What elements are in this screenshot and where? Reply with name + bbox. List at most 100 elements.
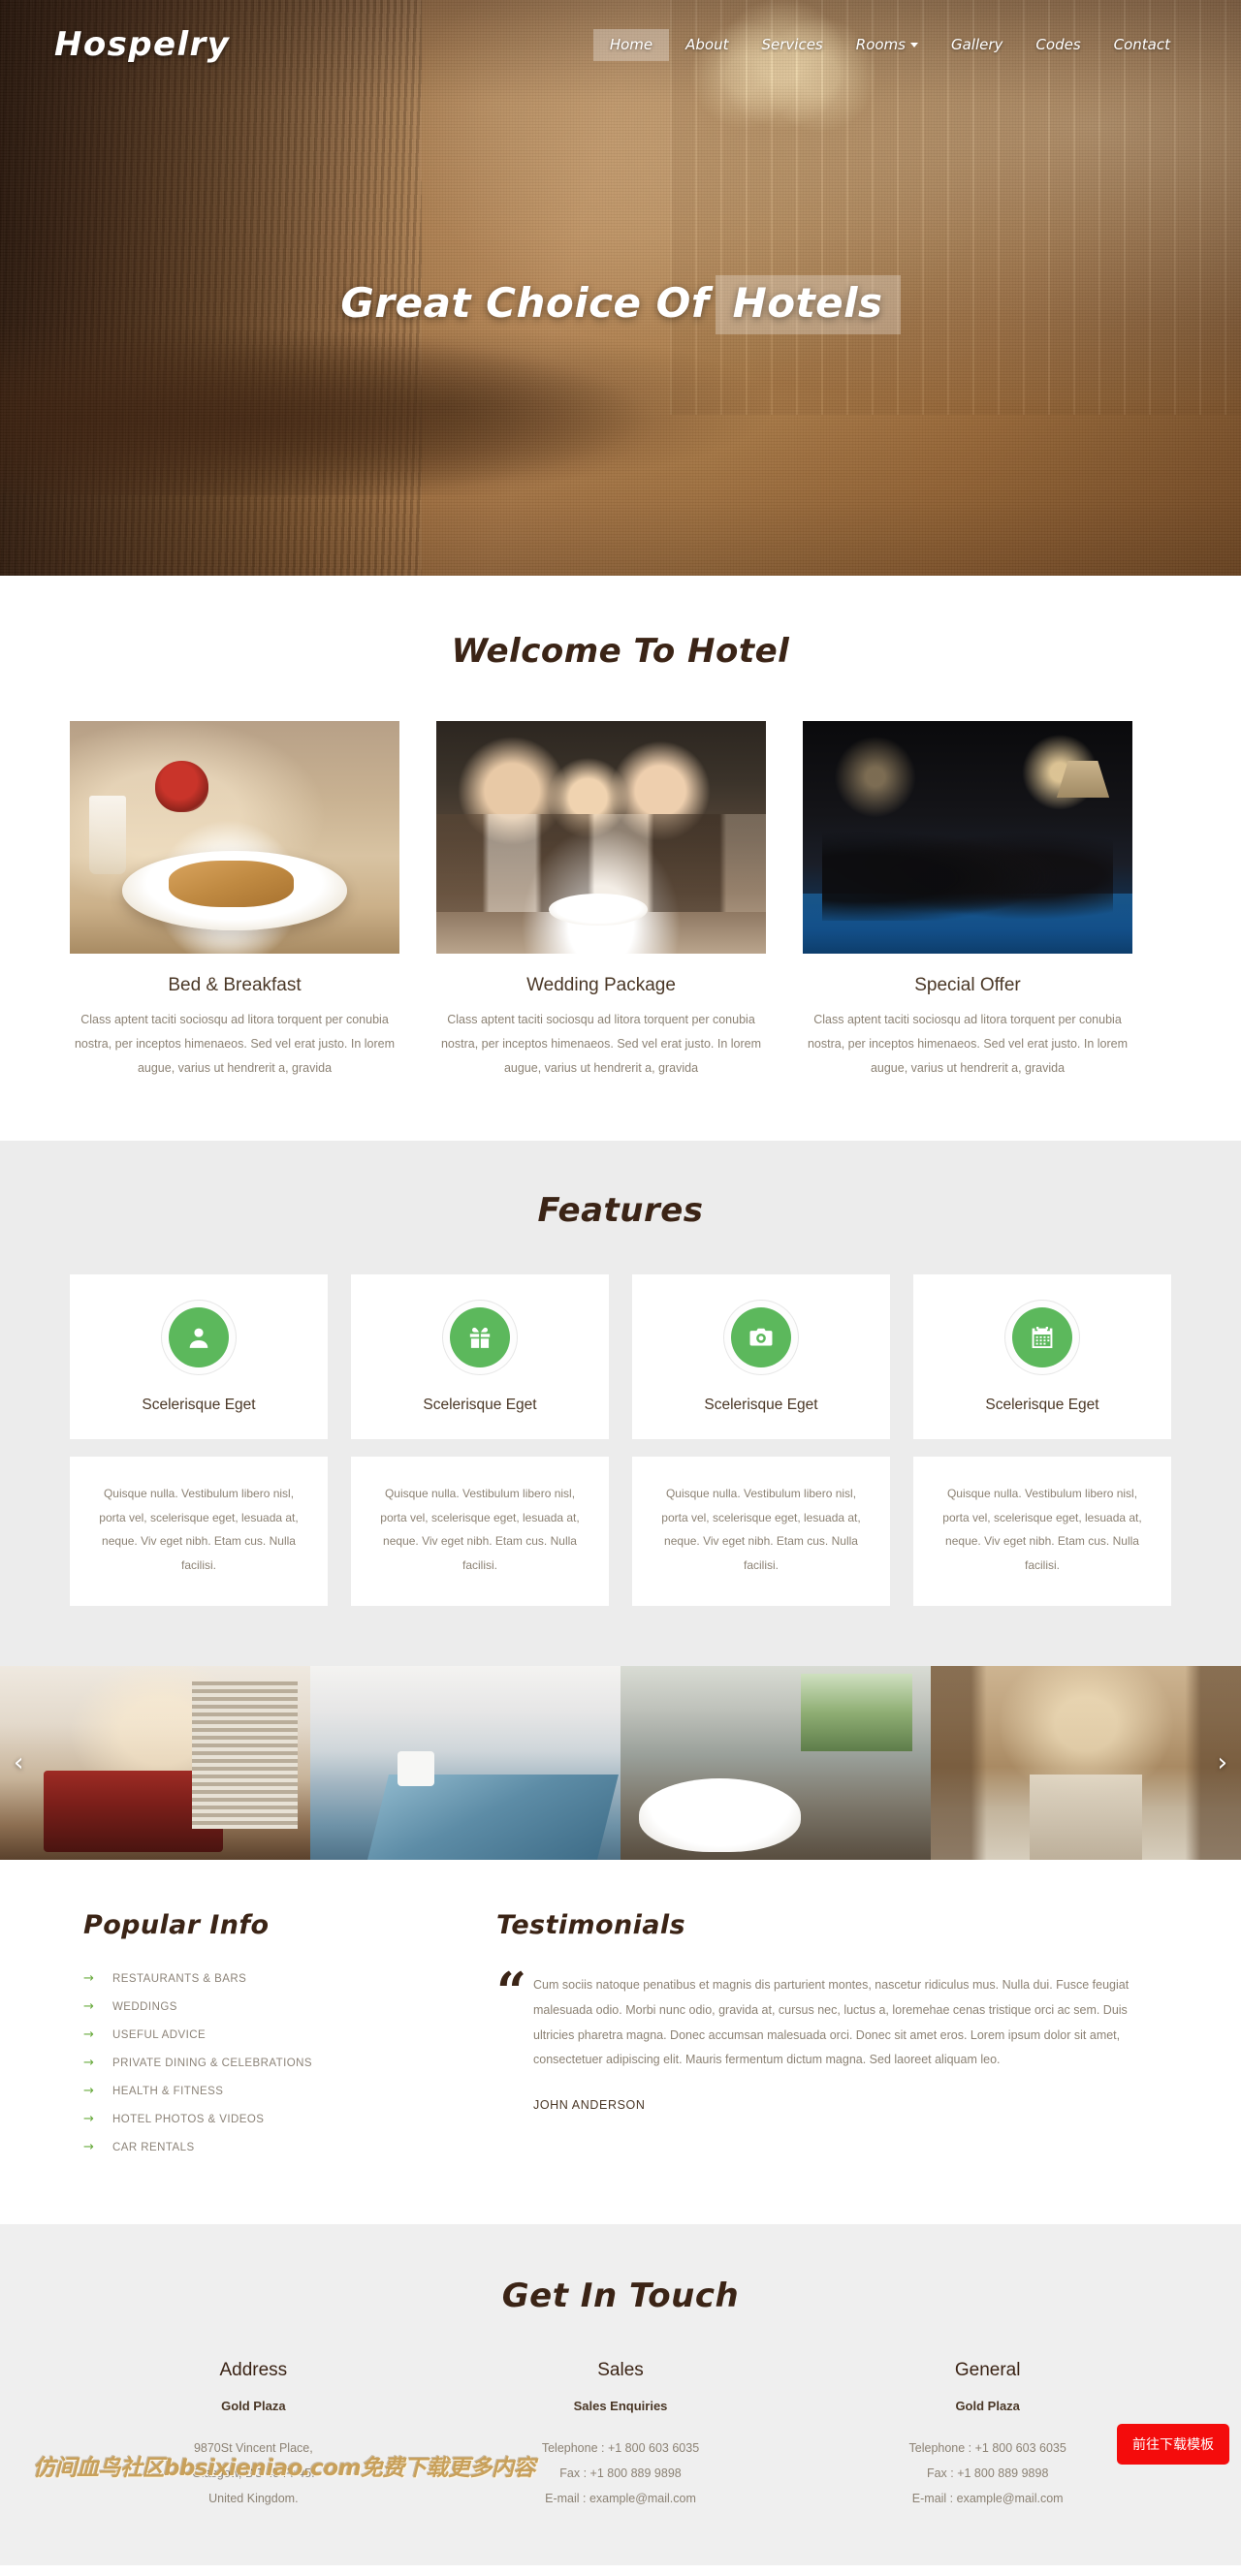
- list-item-label: HEALTH & FITNESS: [112, 2085, 224, 2097]
- calendar-icon: [1032, 1326, 1053, 1349]
- get-in-touch-title: Get In Touch: [501, 2277, 740, 2316]
- testimonials-block: Testimonials “ Cum sociis natoque penati…: [496, 1910, 1171, 2168]
- feature-card[interactable]: Scelerisque Eget Quisque nulla. Vestibul…: [351, 1274, 609, 1607]
- feature-icon-circle: [450, 1307, 510, 1367]
- list-item-label: CAR RENTALS: [112, 2141, 195, 2153]
- nav-item-about[interactable]: About: [669, 29, 745, 61]
- nav-label: Home: [609, 35, 653, 53]
- feature-name: Scelerisque Eget: [142, 1397, 256, 1413]
- column-subheading: Gold Plaza: [221, 2399, 286, 2414]
- column-line: E-mail : example@mail.com: [545, 2491, 696, 2505]
- nav-label: Contact: [1113, 35, 1170, 53]
- feature-card[interactable]: Scelerisque Eget Quisque nulla. Vestibul…: [70, 1274, 328, 1607]
- gallery-slide-hallway[interactable]: [931, 1666, 1241, 1861]
- list-item[interactable]: → HEALTH & FITNESS: [83, 2084, 496, 2098]
- list-item[interactable]: → HOTEL PHOTOS & VIDEOS: [83, 2112, 496, 2126]
- nav-item-codes[interactable]: Codes: [1019, 29, 1097, 61]
- testimonial-text: Cum sociis natoque penatibus et magnis d…: [533, 1978, 1130, 2067]
- list-item-label: HOTEL PHOTOS & VIDEOS: [112, 2113, 265, 2125]
- download-template-button[interactable]: 前往下载模板: [1117, 2424, 1229, 2466]
- feature-text: Quisque nulla. Vestibulum libero nisl, p…: [913, 1457, 1171, 1607]
- hero-title-plain: Great Choice Of: [340, 279, 710, 327]
- card-title: Special Offer: [914, 975, 1021, 995]
- arrow-right-icon: →: [83, 2027, 94, 2043]
- nav-label: Services: [761, 35, 823, 53]
- nav-item-home[interactable]: Home: [592, 28, 670, 61]
- site-watermark: 仿间血鸟社区bbsixieniao.com免费下载更多内容: [33, 2456, 536, 2482]
- list-item[interactable]: → CAR RENTALS: [83, 2140, 496, 2154]
- brand-logo[interactable]: Hospelry: [54, 25, 230, 64]
- gallery-prev-arrow[interactable]: ‹: [14, 1750, 23, 1775]
- nav-item-gallery[interactable]: Gallery: [935, 29, 1019, 61]
- get-in-touch-section: Get In Touch Address Gold Plaza 9870St V…: [0, 2224, 1241, 2566]
- list-item[interactable]: → RESTAURANTS & BARS: [83, 1971, 496, 1986]
- arrow-right-icon: →: [83, 2084, 94, 2099]
- info-container: Popular Info → RESTAURANTS & BARS → WEDDIN…: [70, 1910, 1171, 2168]
- card-image-special-offer: [803, 721, 1132, 954]
- gallery-slide-bathroom[interactable]: [620, 1666, 931, 1861]
- feature-icon-circle: [169, 1307, 229, 1367]
- feature-card-head: Scelerisque Eget: [632, 1274, 890, 1439]
- testimonials-title: Testimonials: [496, 1910, 685, 1941]
- nav-item-rooms[interactable]: Rooms: [840, 29, 935, 61]
- hero-title-container: Great Choice Of Hotels: [0, 275, 1241, 334]
- feature-icon-circle: [1012, 1307, 1072, 1367]
- feature-name: Scelerisque Eget: [985, 1397, 1099, 1413]
- column-heading: Sales: [597, 2360, 644, 2381]
- hero-title-highlight: Hotels: [715, 275, 901, 334]
- card-image-bed-breakfast: [70, 721, 399, 954]
- feature-card[interactable]: Scelerisque Eget Quisque nulla. Vestibul…: [913, 1274, 1171, 1607]
- gallery-slide-pool[interactable]: [310, 1666, 620, 1861]
- card-image-wedding-package: [436, 721, 766, 954]
- list-item-label: WEDDINGS: [112, 2000, 177, 2013]
- column-heading: Address: [219, 2360, 288, 2381]
- features-container: Scelerisque Eget Quisque nulla. Vestibul…: [70, 1274, 1171, 1607]
- nav-item-contact[interactable]: Contact: [1098, 29, 1187, 61]
- feature-card-head: Scelerisque Eget: [913, 1274, 1171, 1439]
- feature-text: Quisque nulla. Vestibulum libero nisl, p…: [632, 1457, 890, 1607]
- popular-info-list: → RESTAURANTS & BARS → WEDDINGS → USEFUL AD…: [83, 1971, 496, 2154]
- feature-card[interactable]: Scelerisque Eget Quisque nulla. Vestibul…: [632, 1274, 890, 1607]
- gallery-slide-bedroom[interactable]: [0, 1666, 310, 1861]
- feature-card-head: Scelerisque Eget: [351, 1274, 609, 1439]
- column-subheading: Sales Enquiries: [573, 2399, 668, 2414]
- hero-title: Great Choice Of Hotels: [340, 275, 901, 334]
- arrow-right-icon: →: [83, 2112, 94, 2127]
- column-line: United Kingdom.: [208, 2491, 299, 2505]
- welcome-card[interactable]: Bed & Breakfast Class aptent taciti soci…: [70, 721, 399, 1081]
- hero-banner: Hospelry Home About Services Rooms Galle…: [0, 0, 1241, 576]
- column-line: E-mail : example@mail.com: [911, 2491, 1064, 2505]
- gallery-next-arrow[interactable]: ›: [1218, 1750, 1227, 1775]
- features-grid: Scelerisque Eget Quisque nulla. Vestibul…: [70, 1274, 1171, 1607]
- nav-item-services[interactable]: Services: [746, 29, 840, 61]
- column-heading: General: [954, 2360, 1021, 2381]
- arrow-right-icon: →: [83, 2056, 94, 2071]
- list-item[interactable]: → PRIVATE DINING & CELEBRATIONS: [83, 2056, 496, 2070]
- list-item-label: USEFUL ADVICE: [112, 2028, 207, 2041]
- testimonial-author: JOHN ANDERSON: [533, 2097, 646, 2112]
- testimonial-content: “ Cum sociis natoque penatibus et magnis…: [496, 1966, 1171, 2073]
- welcome-card[interactable]: Special Offer Class aptent taciti socios…: [803, 721, 1132, 1081]
- card-title: Bed & Breakfast: [168, 975, 302, 995]
- welcome-title: Welcome To Hotel: [451, 632, 790, 671]
- welcome-container: Bed & Breakfast Class aptent taciti soci…: [70, 721, 1171, 1081]
- card-text: Class aptent taciti sociosqu ad litora t…: [807, 1013, 1129, 1075]
- list-item[interactable]: → USEFUL ADVICE: [83, 2027, 496, 2042]
- feature-icon-circle: [731, 1307, 791, 1367]
- page-root: Hospelry Home About Services Rooms Galle…: [0, 0, 1241, 2566]
- site-header: Hospelry Home About Services Rooms Galle…: [0, 0, 1241, 89]
- arrow-right-icon: →: [83, 1971, 94, 1987]
- card-text: Class aptent taciti sociosqu ad litora t…: [440, 1013, 762, 1075]
- welcome-card[interactable]: Wedding Package Class aptent taciti soci…: [436, 721, 766, 1081]
- list-item-label: PRIVATE DINING & CELEBRATIONS: [112, 2057, 313, 2069]
- touch-column-address: Address Gold Plaza 9870St Vincent Place,…: [70, 2360, 437, 2511]
- column-subheading: Gold Plaza: [955, 2399, 1020, 2414]
- chevron-down-icon: [909, 42, 918, 47]
- info-row: Popular Info → RESTAURANTS & BARS → WEDDIN…: [70, 1910, 1171, 2168]
- welcome-cards: Bed & Breakfast Class aptent taciti soci…: [70, 721, 1171, 1081]
- feature-text: Quisque nulla. Vestibulum libero nisl, p…: [70, 1457, 328, 1607]
- feature-text: Quisque nulla. Vestibulum libero nisl, p…: [351, 1457, 609, 1607]
- list-item[interactable]: → WEDDINGS: [83, 1999, 496, 2014]
- gallery-slider[interactable]: ‹ ›: [0, 1666, 1241, 1861]
- touch-columns: Address Gold Plaza 9870St Vincent Place,…: [70, 2360, 1171, 2511]
